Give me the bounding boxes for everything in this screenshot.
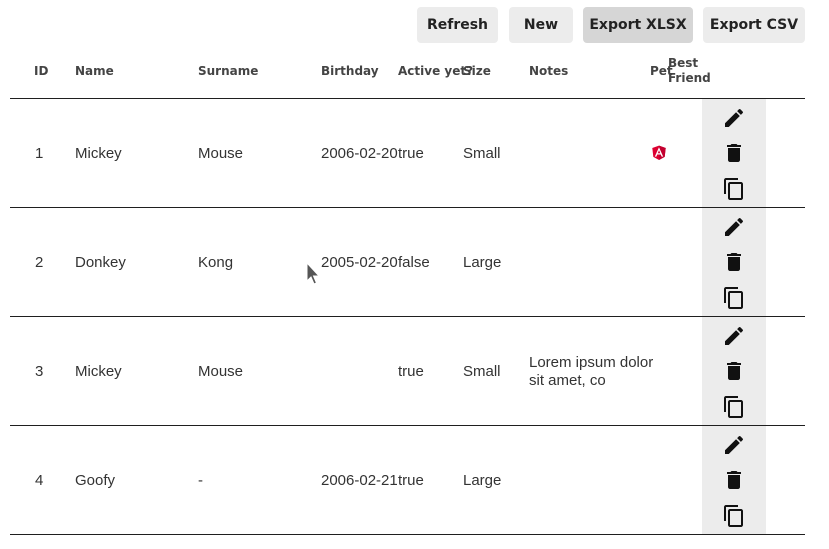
cell-surname: Kong: [198, 254, 234, 271]
export-xlsx-button[interactable]: Export XLSX: [583, 7, 693, 43]
delete-button[interactable]: [702, 136, 766, 170]
cell-id: 2: [35, 254, 44, 271]
cell-size: Large: [463, 472, 502, 489]
delete-icon: [727, 144, 741, 162]
delete-icon: [727, 362, 741, 380]
header-active[interactable]: Active yet?: [398, 65, 473, 77]
cell-active: true: [398, 363, 424, 380]
delete-icon: [727, 471, 741, 489]
cell-notes: [529, 99, 654, 208]
cell-id: 1: [35, 145, 44, 162]
edit-icon: [725, 217, 744, 236]
edit-icon: [725, 435, 744, 454]
edit-icon: [725, 108, 744, 127]
row-actions: [702, 426, 766, 535]
table-row: 4 Goofy - 2006-02-21 true Large: [10, 426, 805, 535]
toolbar: Refresh New Export XLSX Export CSV: [0, 7, 829, 43]
delete-button[interactable]: [702, 463, 766, 497]
cell-notes: Lorem ipsum dolor sit amet, co: [529, 353, 654, 389]
header-best-friend-line1[interactable]: Best: [668, 57, 698, 69]
row-actions: [702, 317, 766, 426]
cell-surname: -: [198, 472, 203, 489]
cell-birthday: 2006-02-21: [321, 472, 398, 489]
header-surname[interactable]: Surname: [198, 65, 258, 77]
cell-birthday: 2005-02-20: [321, 254, 398, 271]
header-id[interactable]: ID: [34, 65, 48, 77]
copy-button[interactable]: [702, 172, 766, 206]
row-divider: [10, 534, 805, 535]
delete-button[interactable]: [702, 245, 766, 279]
header-best-friend-line2[interactable]: Friend: [668, 72, 711, 84]
cell-id: 3: [35, 363, 44, 380]
cell-surname: Mouse: [198, 145, 244, 162]
table-row: 3 Mickey Mouse true Small Lorem ipsum do…: [10, 317, 805, 426]
cell-id: 4: [35, 472, 44, 489]
mouse-cursor-icon: [306, 262, 320, 285]
row-actions: [702, 99, 766, 208]
cell-name: Donkey: [75, 254, 126, 271]
table-row: 2 Donkey Kong 2005-02-20 false Large: [10, 208, 805, 317]
copy-icon: [724, 287, 743, 309]
copy-button[interactable]: [702, 281, 766, 315]
edit-button[interactable]: [702, 428, 766, 462]
cell-name: Mickey: [75, 145, 122, 162]
delete-icon: [727, 253, 741, 271]
copy-button[interactable]: [702, 390, 766, 424]
cell-notes: [529, 426, 654, 535]
edit-icon: [725, 326, 744, 345]
copy-button[interactable]: [702, 499, 766, 533]
export-csv-button[interactable]: Export CSV: [703, 7, 805, 43]
cell-notes: [529, 208, 654, 317]
copy-icon: [724, 505, 743, 527]
new-button[interactable]: New: [509, 7, 573, 43]
copy-icon: [724, 396, 743, 418]
cell-active: true: [398, 145, 424, 162]
cell-surname: Mouse: [198, 363, 244, 380]
table-row: 1 Mickey Mouse 2006-02-20 true Small: [10, 99, 805, 208]
row-actions: [702, 208, 766, 317]
edit-button[interactable]: [702, 319, 766, 353]
refresh-button[interactable]: Refresh: [417, 7, 498, 43]
copy-icon: [724, 178, 743, 200]
header-birthday[interactable]: Birthday: [321, 65, 379, 77]
cell-birthday: 2006-02-20: [321, 145, 398, 162]
cell-size: Large: [463, 254, 502, 271]
header-size[interactable]: Size: [463, 65, 491, 77]
delete-button[interactable]: [702, 354, 766, 388]
cell-active: true: [398, 472, 424, 489]
cell-size: Small: [463, 363, 501, 380]
header-notes[interactable]: Notes: [529, 65, 568, 77]
header-name[interactable]: Name: [75, 65, 114, 77]
cell-active: false: [398, 254, 430, 271]
cell-name: Mickey: [75, 363, 122, 380]
edit-button[interactable]: [702, 101, 766, 135]
edit-button[interactable]: [702, 210, 766, 244]
angular-logo-icon: [652, 145, 666, 161]
cell-size: Small: [463, 145, 501, 162]
cell-name: Goofy: [75, 472, 116, 489]
